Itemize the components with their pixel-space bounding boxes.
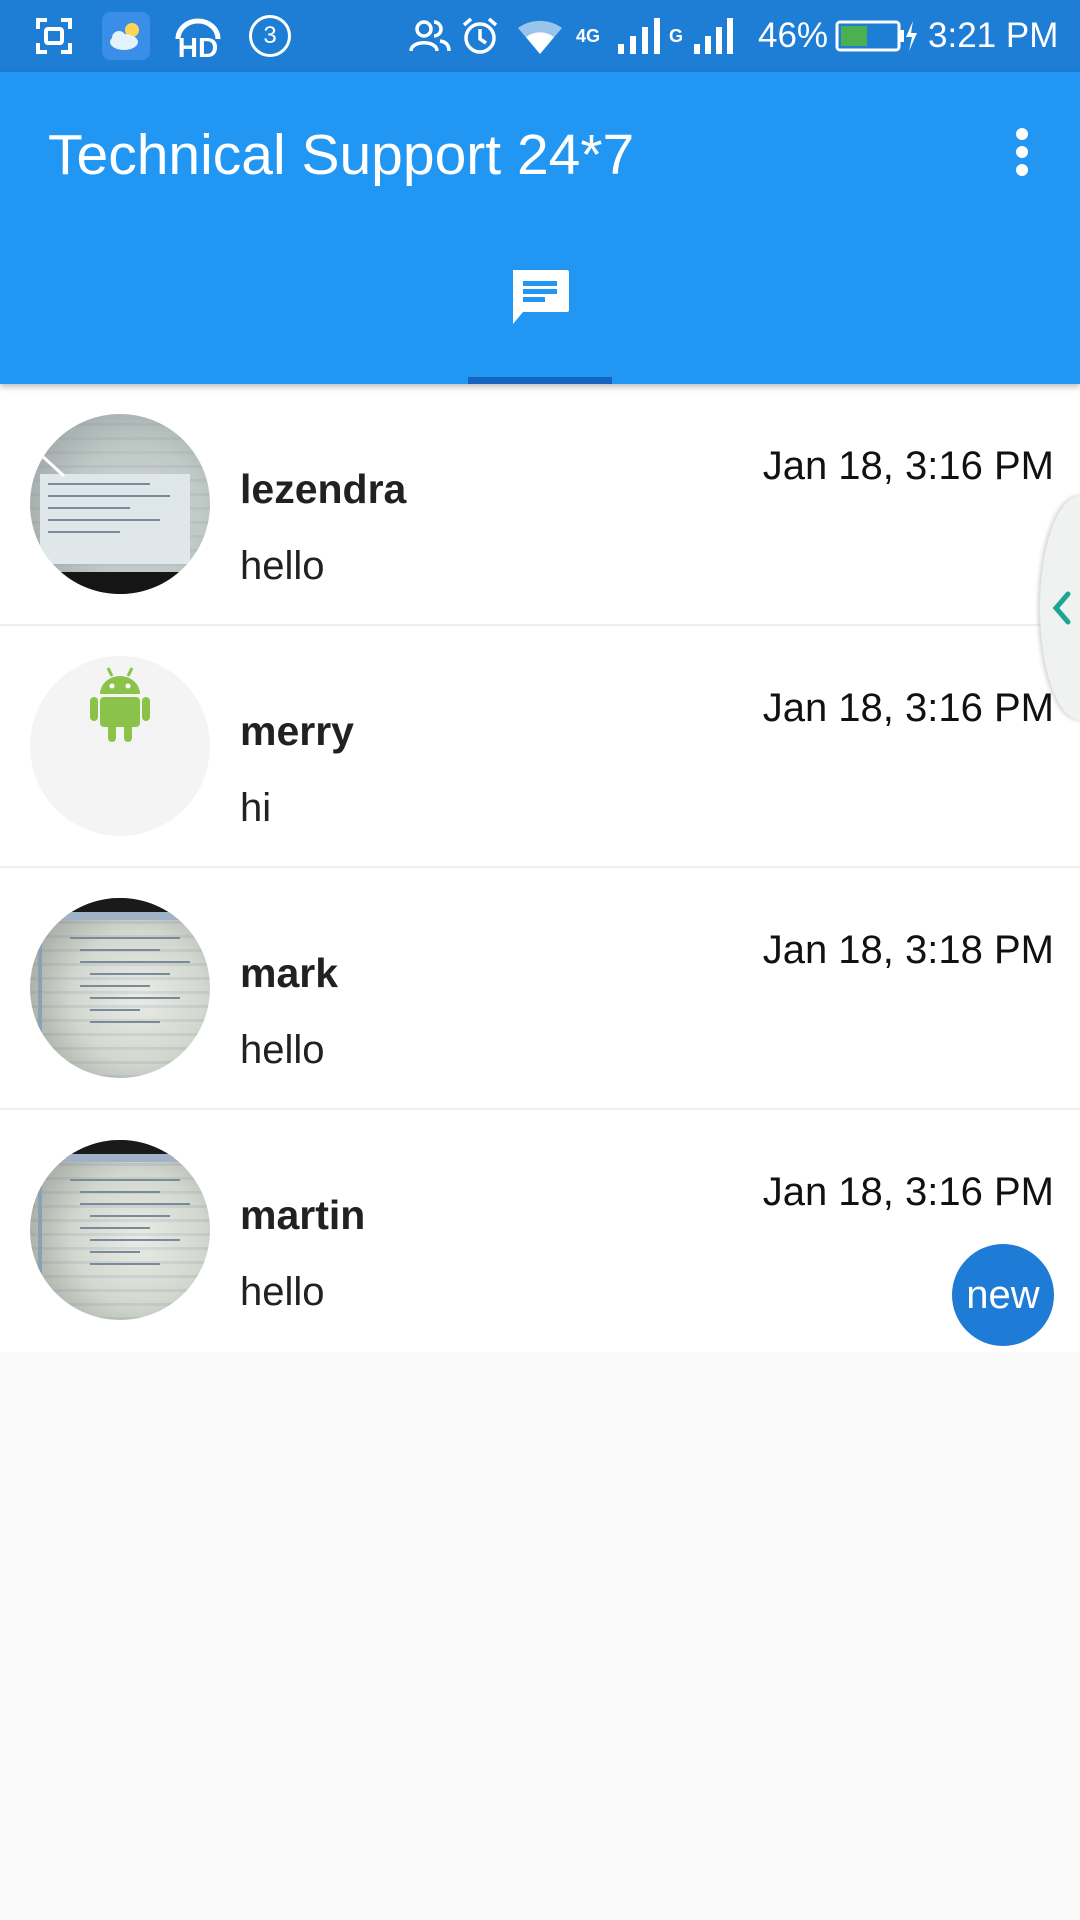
notification-count-icon: 3 [248, 0, 292, 72]
chat-time: Jan 18, 3:16 PM [762, 686, 1054, 730]
status-bar: HD 3 4G G 46% 3:21 PM [0, 0, 1080, 72]
notification-count: 3 [263, 22, 277, 49]
chevron-left-icon [1052, 591, 1071, 625]
chat-name: martin [240, 1192, 366, 1238]
chat-message: hello [240, 544, 325, 588]
avatar [30, 656, 210, 836]
chat-time: Jan 18, 3:16 PM [762, 444, 1054, 488]
chat-time: Jan 18, 3:18 PM [762, 928, 1054, 972]
chat-message: hello [240, 1270, 325, 1314]
avatar [30, 414, 210, 594]
contacts-icon [408, 0, 452, 72]
android-icon [90, 667, 150, 742]
chat-message: hello [240, 1028, 325, 1072]
chat-name: mark [240, 950, 339, 996]
status-time: 3:21 PM [928, 16, 1059, 55]
avatar [30, 1140, 210, 1320]
battery-icon [834, 0, 920, 72]
chat-list: lezendra hello Jan 18, 3:16 PM merry hi … [0, 384, 1080, 1352]
signal-icon [614, 0, 666, 72]
chat-icon [513, 270, 569, 324]
chat-message: hi [240, 786, 272, 830]
wifi-icon [516, 0, 564, 72]
weather-icon [102, 0, 150, 72]
network-g-label: G [668, 25, 683, 46]
chat-row-martin[interactable]: martin hello Jan 18, 3:16 PM new [0, 1110, 1080, 1352]
app-title: Technical Support 24*7 [48, 123, 635, 187]
chat-time: Jan 18, 3:16 PM [762, 1170, 1054, 1214]
chat-row-lezendra[interactable]: lezendra hello Jan 18, 3:16 PM [0, 384, 1080, 626]
tab-chats[interactable] [468, 268, 612, 384]
hd-call-icon: HD [170, 0, 226, 72]
signal-icon-2 [690, 0, 738, 72]
alarm-icon [458, 0, 502, 72]
chat-row-mark[interactable]: mark hello Jan 18, 3:18 PM [0, 868, 1080, 1110]
chat-name: merry [240, 708, 354, 754]
tab-indicator [468, 377, 612, 384]
chat-name: lezendra [240, 466, 407, 512]
new-badge: new [952, 1244, 1054, 1346]
network-4g-label: 4G [575, 25, 600, 46]
app-bar: Technical Support 24*7 [0, 72, 1080, 384]
screenshot-icon [34, 0, 74, 72]
battery-percent: 46% [758, 16, 829, 55]
chat-row-merry[interactable]: merry hi Jan 18, 3:16 PM [0, 626, 1080, 868]
avatar [30, 898, 210, 1078]
hd-label: HD [177, 32, 219, 63]
more-vert-icon [1016, 128, 1028, 176]
more-options-button[interactable] [990, 116, 1054, 188]
